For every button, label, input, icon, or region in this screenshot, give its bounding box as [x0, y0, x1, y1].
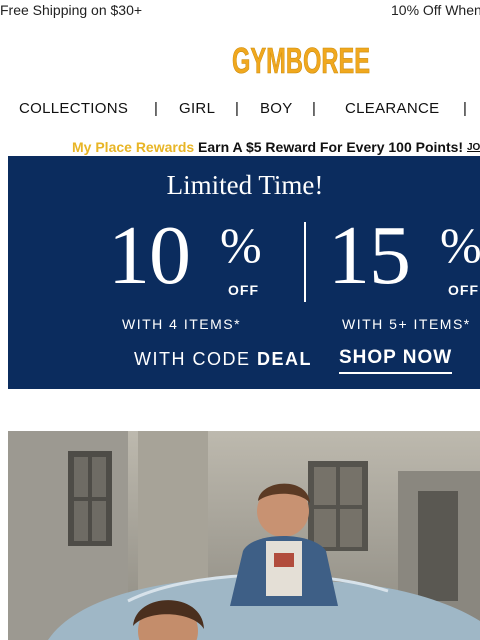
offer-2-value: 15: [328, 209, 411, 302]
rewards-program-name[interactable]: My Place Rewards: [72, 139, 194, 155]
nav-item-clearance[interactable]: CLEARANCE: [345, 100, 439, 117]
nav-separator: |: [154, 100, 159, 117]
free-shipping-text[interactable]: Free Shipping on $30+: [0, 1, 142, 19]
nav-separator: |: [312, 100, 317, 117]
offer-2-percent-sign: %: [440, 217, 480, 273]
main-nav: COLLECTIONS | GIRL | BOY | CLEARANCE |: [0, 97, 480, 121]
rewards-message: Earn A $5 Reward For Every 100 Points!: [198, 139, 464, 155]
kids-on-car-photo-icon: [8, 431, 480, 640]
nav-item-boy[interactable]: BOY: [260, 100, 293, 117]
nav-item-girl[interactable]: GIRL: [179, 100, 215, 117]
nav-separator: |: [235, 100, 240, 117]
promo-strip: Free Shipping on $30+ 10% Off When: [0, 0, 480, 20]
gymboree-logo[interactable]: GYMBOREE: [230, 38, 372, 80]
offer-1-percent-sign: %: [220, 217, 262, 273]
offer-2-condition: WITH 5+ ITEMS*: [342, 316, 471, 332]
offer-divider: [304, 222, 306, 302]
offer-1-condition: WITH 4 ITEMS*: [122, 316, 242, 332]
nav-item-collections[interactable]: COLLECTIONS: [19, 100, 128, 117]
promo-code-text: WITH CODE DEAL: [134, 349, 312, 370]
logo-text: GYMBOREE: [232, 40, 370, 80]
promo-code-prefix: WITH CODE: [134, 349, 251, 369]
offer-1-off-label: OFF: [228, 282, 259, 298]
offer-1-value: 10: [108, 209, 191, 302]
limited-time-promo-banner[interactable]: Limited Time! 10 % OFF WITH 4 ITEMS* 15 …: [8, 156, 480, 389]
banner-headline: Limited Time!: [166, 170, 324, 200]
promo-code: DEAL: [257, 349, 313, 369]
join-link[interactable]: JO: [467, 142, 480, 153]
hero-photo[interactable]: [8, 431, 480, 640]
nav-separator: |: [463, 100, 468, 117]
shop-now-button[interactable]: SHOP NOW: [339, 347, 453, 374]
rewards-strip: My Place Rewards Earn A $5 Reward For Ev…: [0, 138, 480, 156]
offer-2-off-label: OFF: [448, 282, 479, 298]
percent-off-promo-text[interactable]: 10% Off When: [391, 1, 480, 19]
